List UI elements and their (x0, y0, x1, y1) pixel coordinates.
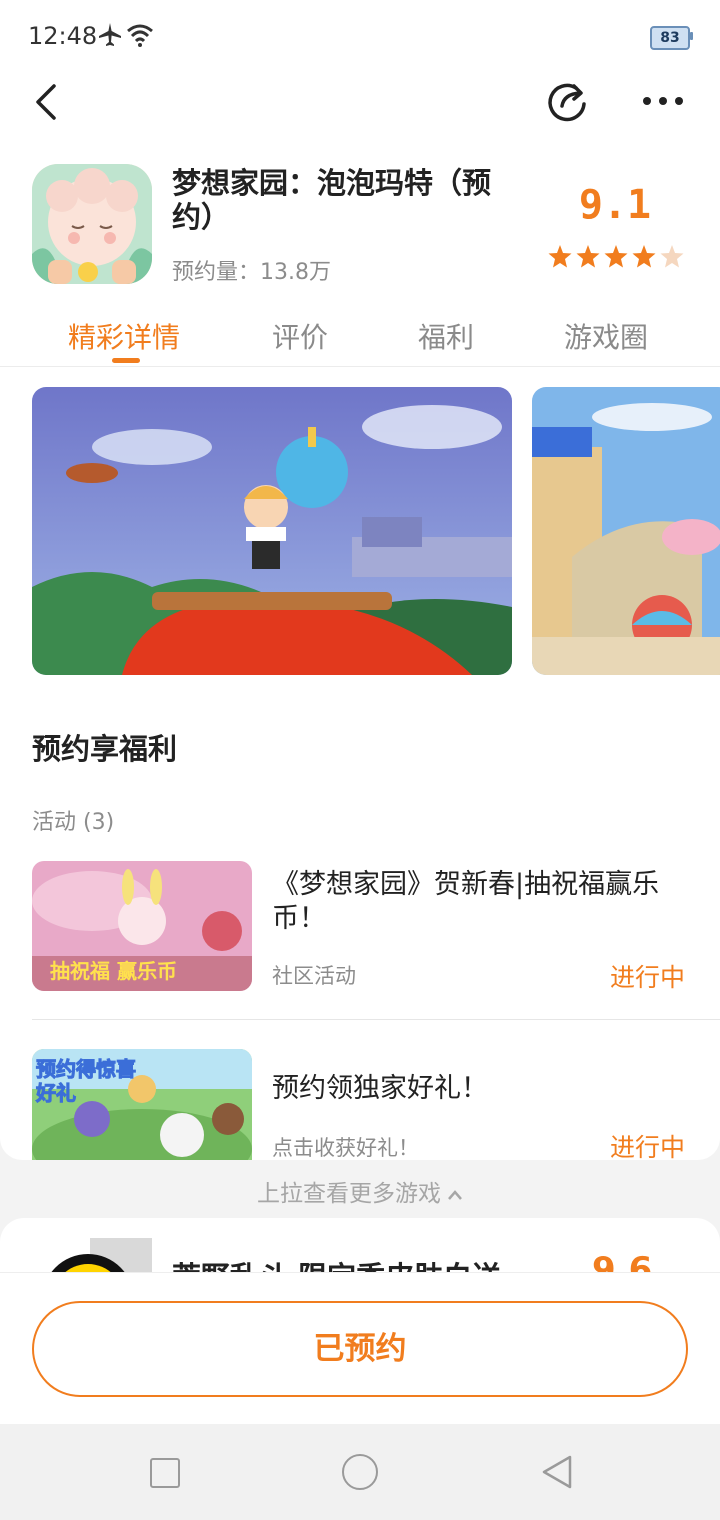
activity-image-1[interactable]: 抽祝福 赢乐币 (32, 861, 252, 991)
divider (32, 1019, 720, 1020)
nav-back-icon[interactable] (540, 1454, 574, 1490)
recent-apps-icon[interactable] (150, 1458, 180, 1488)
activity-image-2[interactable]: 预约得惊喜好礼 (32, 1049, 252, 1160)
activity-status-2: 进行中 (610, 1133, 686, 1160)
status-time: 12:48 (28, 22, 98, 50)
activity-status-1: 进行中 (610, 963, 686, 992)
chevron-up-icon (447, 1181, 463, 1207)
wifi-icon (127, 24, 153, 47)
tab-details[interactable]: 精彩详情 (68, 316, 180, 356)
activity-subtitle-2: 点击收获好礼！ (272, 1136, 419, 1160)
tab-reviews[interactable]: 评价 (272, 316, 328, 356)
activity-title-1[interactable]: 《梦想家园》贺新春|抽祝福赢乐币！ (272, 868, 692, 936)
game-detail-page: 梦想家园：泡泡玛特（预约） 预约量：13.8万 9.1 精彩详情 评价 福利 游… (0, 70, 720, 1160)
tab-bar: 精彩详情 评价 福利 游戏圈 (0, 306, 720, 367)
system-nav-bar (0, 1424, 720, 1520)
rating-stars (548, 245, 684, 268)
tab-benefits[interactable]: 福利 (418, 316, 474, 356)
more-icon[interactable] (640, 84, 686, 118)
reserved-button[interactable]: 已预约 (32, 1301, 688, 1397)
activity-image-1-caption: 抽祝福 赢乐币 (50, 959, 177, 983)
activity-image-2-caption: 预约得惊喜好礼 (36, 1057, 137, 1106)
battery-level: 83 (650, 26, 690, 50)
screenshot-1[interactable] (32, 387, 512, 675)
activity-count: 活动 (3) (32, 810, 115, 835)
app-icon (32, 164, 152, 284)
back-icon[interactable] (28, 82, 68, 122)
activity-title-2[interactable]: 预约领独家好礼！ (272, 1072, 692, 1106)
bottom-action-bar: 已预约 (0, 1272, 720, 1425)
benefits-title: 预约享福利 (32, 732, 178, 766)
home-icon[interactable] (342, 1454, 378, 1490)
app-title: 梦想家园：泡泡玛特（预约） (172, 166, 492, 234)
tab-indicator (112, 358, 140, 363)
activity-subtitle-1: 社区活动 (272, 964, 356, 988)
battery-icon (690, 32, 693, 40)
share-icon[interactable] (546, 80, 590, 124)
reserve-count: 预约量：13.8万 (172, 260, 331, 285)
tab-game-circle[interactable]: 游戏圈 (564, 316, 648, 356)
pull-up-hint[interactable]: 上拉查看更多游戏 (0, 1174, 720, 1208)
airplane-mode-icon (99, 23, 121, 46)
app-score: 9.1 (578, 182, 652, 228)
screenshot-2[interactable] (532, 387, 720, 675)
status-bar: 12:48 83 (0, 0, 720, 70)
pull-up-hint-text: 上拉查看更多游戏 (257, 1181, 441, 1207)
